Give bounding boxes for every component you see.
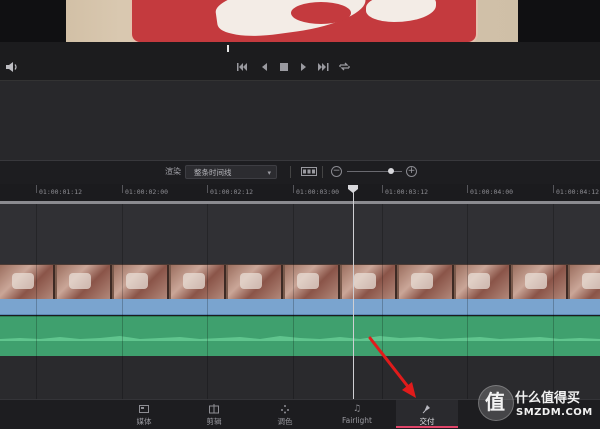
media-icon [139, 405, 149, 413]
playhead-line[interactable] [353, 192, 354, 399]
grid-line [36, 204, 37, 399]
watermark-subtitle: SMZDM.COM [516, 407, 593, 418]
play-reverse-icon[interactable] [259, 61, 269, 73]
video-preview [66, 0, 518, 42]
timeline-toolbar [0, 160, 600, 186]
ruler-timecode: 01:00:01:12 [39, 188, 83, 196]
ruler-tick [207, 185, 208, 193]
page-tab-label: 媒体 [136, 417, 152, 426]
grid-line [553, 204, 554, 399]
ruler-timecode: 01:00:04:00 [470, 188, 514, 196]
page-tab-fairlight[interactable]: ♫ Fairlight [326, 400, 388, 428]
page-tab-label: 调色 [277, 417, 293, 426]
page-tab-label: Fairlight [341, 416, 372, 425]
rocket-icon [422, 405, 430, 414]
skip-to-end-icon[interactable] [317, 61, 330, 73]
page-tab-media[interactable]: 媒体 [113, 400, 175, 428]
audio-clip[interactable] [0, 316, 600, 357]
render-range-select[interactable]: 整条时间线 ▾ [185, 165, 277, 179]
skip-to-start-icon[interactable] [236, 61, 248, 73]
chevron-down-icon: ▾ [267, 169, 271, 177]
ruler-tick [293, 185, 294, 193]
zoom-slider-knob[interactable] [388, 168, 394, 174]
ruler-timecode: 01:00:02:12 [210, 188, 254, 196]
scrubber-handle[interactable] [227, 45, 229, 52]
page-tab-color[interactable]: 调色 [254, 400, 316, 428]
edit-icon [209, 404, 219, 414]
play-icon[interactable] [299, 61, 309, 73]
toolbar-divider [290, 166, 291, 178]
ruler-tick [382, 185, 383, 193]
render-label: 渲染 [165, 167, 181, 176]
page-tab-label: 交付 [419, 417, 435, 426]
upper-empty-panel [0, 80, 600, 161]
color-icon [281, 405, 289, 414]
grid-line [207, 204, 208, 399]
video-clip[interactable] [0, 264, 600, 300]
stop-icon[interactable] [279, 62, 289, 72]
zoom-out-icon[interactable]: − [331, 166, 342, 177]
page-tab-edit[interactable]: 剪辑 [183, 400, 245, 428]
music-note-icon: ♫ [352, 404, 362, 414]
page-tab-label: 剪辑 [206, 417, 222, 426]
render-range-value: 整条时间线 [194, 168, 232, 177]
zoom-in-icon[interactable]: + [406, 166, 417, 177]
video-track-empty[interactable] [0, 204, 600, 264]
ruler-tick [553, 185, 554, 193]
filmstrip-view-icon[interactable] [301, 167, 317, 176]
watermark-title: 什么值得买 [515, 391, 581, 406]
ruler-timecode: 01:00:03:00 [296, 188, 340, 196]
ruler-timecode: 01:00:04:12 [556, 188, 600, 196]
grid-line [122, 204, 123, 399]
page-tab-deliver[interactable]: 交付 [396, 400, 458, 428]
volume-icon[interactable] [4, 59, 20, 75]
watermark-logo-char: 值 [485, 390, 505, 414]
grid-line [467, 204, 468, 399]
ruler-timecode: 01:00:02:00 [125, 188, 169, 196]
clip-bar[interactable] [0, 299, 600, 315]
ruler-tick [36, 185, 37, 193]
grid-line [293, 204, 294, 399]
toolbar-divider [322, 166, 323, 178]
ruler-timecode: 01:00:03:12 [385, 188, 429, 196]
ruler-tick [467, 185, 468, 193]
annotation-arrow [368, 336, 416, 398]
ruler-tick [122, 185, 123, 193]
loop-icon[interactable] [338, 60, 351, 73]
